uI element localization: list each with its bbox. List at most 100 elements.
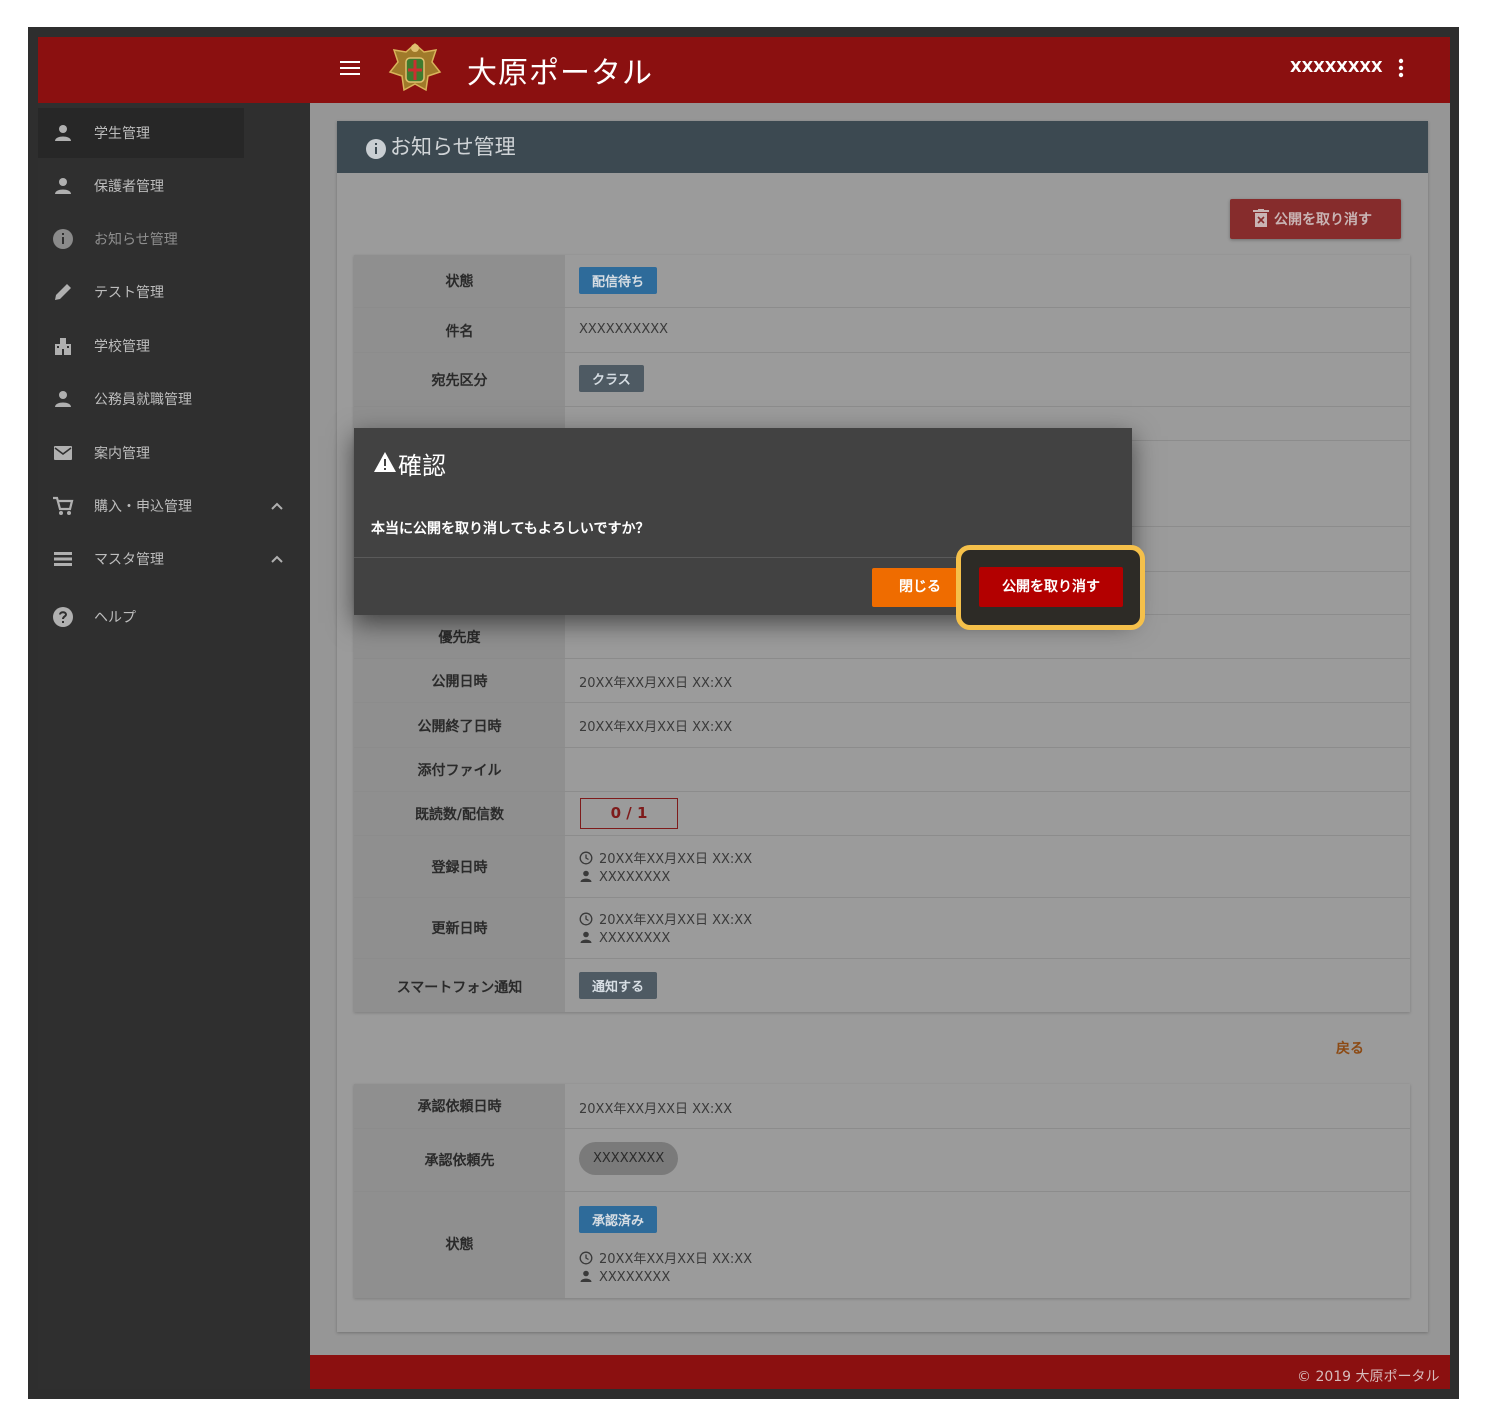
sidebar-item-students[interactable]: 学生管理 bbox=[38, 108, 244, 158]
sidebar-item-notices[interactable]: お知らせ管理 bbox=[38, 214, 310, 264]
person-icon bbox=[55, 391, 71, 407]
row-label: スマートフォン通知 bbox=[396, 980, 523, 996]
sidebar-item-label: ヘルプ bbox=[94, 610, 136, 626]
crest-logo bbox=[388, 42, 442, 92]
table-row: 状態 承認済み 20XX年XX月XX日 XX:XX XXXXXXXX bbox=[354, 1192, 1410, 1298]
sidebar-item-label: 保護者管理 bbox=[94, 179, 164, 195]
sidebar-item-label: 学生管理 bbox=[94, 126, 150, 142]
dialog-title: 確認 bbox=[398, 452, 446, 480]
row-label: 優先度 bbox=[438, 630, 481, 646]
sidebar-item-tests[interactable]: テスト管理 bbox=[38, 267, 310, 317]
copyright-text: © 2019 大原ポータル bbox=[1297, 1369, 1440, 1385]
row-label: 宛先区分 bbox=[431, 373, 488, 389]
row-label: 件名 bbox=[445, 324, 474, 340]
smartphone-notify-badge: 通知する bbox=[579, 972, 658, 999]
close-button[interactable]: 閉じる bbox=[872, 568, 968, 607]
person-icon bbox=[55, 178, 71, 194]
hamburger-menu-icon[interactable] bbox=[338, 56, 362, 80]
approver-chip: XXXXXXXX bbox=[579, 1142, 679, 1175]
sidebar-item-schools[interactable]: 学校管理 bbox=[38, 321, 310, 371]
updated-date: 20XX年XX月XX日 XX:XX bbox=[599, 913, 753, 928]
help-icon bbox=[53, 607, 73, 627]
building-icon bbox=[55, 338, 71, 355]
row-label: 添付ファイル bbox=[417, 763, 502, 779]
updated-user: XXXXXXXX bbox=[599, 931, 671, 946]
delete-icon bbox=[1253, 209, 1269, 227]
chevron-up-icon[interactable] bbox=[270, 552, 284, 566]
table-row: スマートフォン通知 通知する bbox=[354, 959, 1410, 1012]
table-row: 宛先区分 クラス bbox=[354, 353, 1410, 407]
registered-user: XXXXXXXX bbox=[599, 870, 671, 885]
top-app-bar bbox=[38, 37, 1450, 103]
table-row: 優先度 bbox=[354, 615, 1410, 659]
approval-status-badge: 承認済み bbox=[579, 1206, 658, 1233]
table-row: 件名 XXXXXXXXXX bbox=[354, 308, 1410, 353]
clock-icon bbox=[579, 912, 593, 926]
registered-date: 20XX年XX月XX日 XX:XX bbox=[599, 852, 753, 867]
sidebar-item-masters[interactable]: マスタ管理 bbox=[38, 534, 310, 584]
chevron-up-icon[interactable] bbox=[270, 499, 284, 513]
clock-icon bbox=[579, 1251, 593, 1265]
user-name[interactable]: XXXXXXXX bbox=[1290, 58, 1383, 76]
sidebar-item-help[interactable]: ヘルプ bbox=[38, 592, 310, 642]
sidebar-item-label: 公務員就職管理 bbox=[94, 392, 192, 408]
approval-user: XXXXXXXX bbox=[599, 1270, 671, 1285]
row-label: 登録日時 bbox=[431, 860, 488, 876]
pencil-icon bbox=[55, 284, 71, 300]
row-label: 更新日時 bbox=[431, 921, 488, 937]
warning-icon bbox=[374, 452, 396, 472]
publish-end-value: 20XX年XX月XX日 XX:XX bbox=[579, 720, 733, 735]
table-row: 添付ファイル bbox=[354, 748, 1410, 792]
clock-icon bbox=[579, 851, 593, 865]
footer bbox=[310, 1355, 1450, 1389]
info-icon bbox=[366, 139, 386, 159]
confirm-unpublish-button[interactable]: 公開を取り消す bbox=[979, 567, 1123, 607]
dialog-message: 本当に公開を取り消してもよろしいですか？ bbox=[371, 521, 650, 537]
person-icon bbox=[55, 125, 71, 141]
detail-table: 状態 配信待ち 件名 XXXXXXXXXX 宛先区分 クラス 優先度 公開日時 … bbox=[354, 255, 1410, 1012]
row-label: 承認依頼先 bbox=[424, 1153, 495, 1169]
back-link[interactable]: 戻る bbox=[1336, 1038, 1364, 1058]
page-title: お知らせ管理 bbox=[390, 135, 516, 159]
publish-date-value: 20XX年XX月XX日 XX:XX bbox=[579, 676, 733, 691]
app-title: 大原ポータル bbox=[467, 56, 653, 91]
table-row: 承認依頼先 XXXXXXXX bbox=[354, 1129, 1410, 1192]
approval-table: 承認依頼日時 20XX年XX月XX日 XX:XX 承認依頼先 XXXXXXXX … bbox=[354, 1084, 1410, 1298]
sidebar-item-label: お知らせ管理 bbox=[94, 232, 178, 248]
table-row: 既読数/配信数 0 / 1 bbox=[354, 792, 1410, 836]
row-label: 公開終了日時 bbox=[417, 719, 502, 735]
row-label: 公開日時 bbox=[431, 674, 488, 690]
table-row: 公開日時 20XX年XX月XX日 XX:XX bbox=[354, 659, 1410, 703]
sidebar-item-civil-service[interactable]: 公務員就職管理 bbox=[38, 374, 310, 424]
unpublish-button-label: 公開を取り消す bbox=[1274, 212, 1372, 228]
sidebar-item-label: 購入・申込管理 bbox=[94, 499, 192, 515]
cart-icon bbox=[53, 496, 74, 515]
list-icon bbox=[54, 552, 72, 566]
table-row: 状態 配信待ち bbox=[354, 255, 1410, 308]
person-icon bbox=[580, 931, 592, 943]
status-badge: 配信待ち bbox=[579, 267, 658, 294]
subject-value: XXXXXXXXXX bbox=[579, 322, 669, 337]
row-label: 承認依頼日時 bbox=[417, 1099, 502, 1115]
sidebar-item-guides[interactable]: 案内管理 bbox=[38, 428, 310, 478]
more-vert-icon[interactable] bbox=[1393, 56, 1409, 80]
sidebar-item-label: 案内管理 bbox=[94, 446, 150, 462]
unpublish-button[interactable]: 公開を取り消す bbox=[1230, 199, 1401, 239]
sidebar-item-guardians[interactable]: 保護者管理 bbox=[38, 161, 310, 211]
table-row: 更新日時 20XX年XX月XX日 XX:XX XXXXXXXX bbox=[354, 898, 1410, 959]
table-row: 公開終了日時 20XX年XX月XX日 XX:XX bbox=[354, 703, 1410, 748]
read-count-box[interactable]: 0 / 1 bbox=[580, 798, 678, 829]
table-row: 承認依頼日時 20XX年XX月XX日 XX:XX bbox=[354, 1084, 1410, 1129]
table-row: 登録日時 20XX年XX月XX日 XX:XX XXXXXXXX bbox=[354, 836, 1410, 898]
sidebar-item-purchases[interactable]: 購入・申込管理 bbox=[38, 481, 310, 531]
approval-date: 20XX年XX月XX日 XX:XX bbox=[599, 1252, 753, 1267]
info-icon bbox=[53, 229, 73, 249]
dest-type-badge: クラス bbox=[579, 365, 644, 392]
person-icon bbox=[580, 870, 592, 882]
sidebar-item-label: マスタ管理 bbox=[94, 552, 164, 568]
sidebar-item-label: テスト管理 bbox=[94, 285, 164, 301]
request-date-value: 20XX年XX月XX日 XX:XX bbox=[579, 1102, 733, 1117]
mail-icon bbox=[54, 446, 72, 460]
row-label: 状態 bbox=[445, 1237, 474, 1253]
row-label: 状態 bbox=[445, 274, 474, 290]
